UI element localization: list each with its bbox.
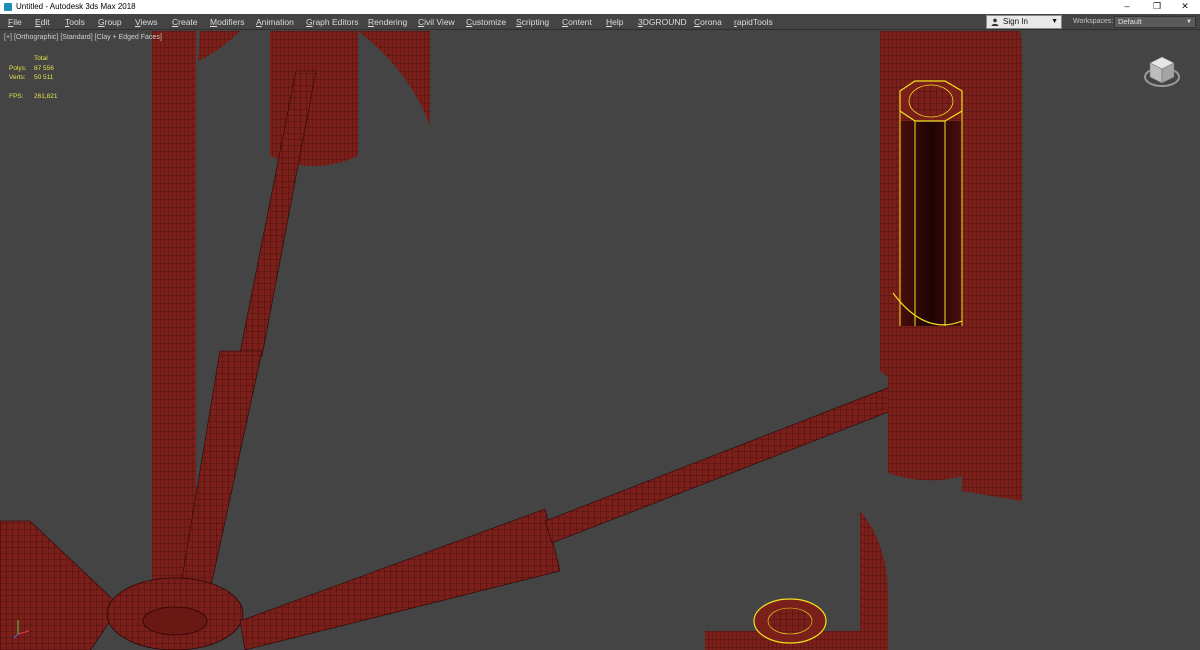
viewport-standard-menu[interactable]: [Standard]: [60, 34, 92, 41]
scene-geometry[interactable]: [0, 31, 1200, 650]
verts-value: 50 511: [34, 74, 54, 81]
menu-graph-editors[interactable]: Graph Editors: [306, 14, 358, 30]
viewport-view-menu[interactable]: [Orthographic]: [14, 34, 58, 41]
right-rod: [544, 386, 897, 544]
viewport-shading-menu[interactable]: [Clay + Edged Faces]: [95, 34, 162, 41]
fps-label: FPS:: [9, 93, 24, 100]
scene-statistics: Total Polys: 87 556 Verts: 50 511 FPS: 261,…: [9, 54, 69, 102]
orthographic-viewport[interactable]: [+] [Orthographic] [Standard] [Clay + Edged…: [0, 31, 1200, 650]
window-title: Untitled - Autodesk 3ds Max 2018: [16, 2, 136, 11]
close-button[interactable]: ✕: [1170, 0, 1200, 14]
minimize-button[interactable]: –: [1112, 0, 1142, 14]
right-cylinder: [888, 326, 962, 481]
menu-3dground[interactable]: 3DGROUND: [638, 14, 687, 30]
fps-value: 261,821: [34, 93, 58, 100]
workspaces-select[interactable]: Default ▼: [1114, 16, 1196, 28]
workspaces-label: Workspaces:: [1073, 18, 1114, 25]
axis-tripod-icon: [13, 620, 30, 639]
menu-tools[interactable]: Tools: [65, 14, 85, 30]
menu-help[interactable]: Help: [606, 14, 623, 30]
menu-rapidtools[interactable]: rapidTools: [734, 14, 773, 30]
user-icon: [991, 18, 999, 26]
chevron-down-icon: ▼: [1186, 19, 1192, 25]
menu-rendering[interactable]: Rendering: [368, 14, 407, 30]
title-bar: Untitled - Autodesk 3ds Max 2018 – ❐ ✕: [0, 0, 1200, 14]
polys-label: Polys:: [9, 64, 27, 72]
menu-corona[interactable]: Corona: [694, 14, 722, 30]
bottom-selected-column[interactable]: [753, 598, 827, 644]
workspace-value: Default: [1118, 17, 1142, 26]
menu-edit[interactable]: Edit: [35, 14, 50, 30]
stats-header: Total: [34, 55, 48, 62]
verts-label: Verts:: [9, 74, 26, 81]
sign-in-dropdown[interactable]: Sign In ▼: [986, 15, 1062, 29]
viewcube-icon[interactable]: [1142, 51, 1182, 91]
menu-file[interactable]: File: [8, 14, 22, 30]
menu-modifiers[interactable]: Modifiers: [210, 14, 245, 30]
menu-group[interactable]: Group: [98, 14, 122, 30]
menu-views[interactable]: Views: [135, 14, 158, 30]
sign-in-label: Sign In: [1003, 17, 1028, 26]
app-logo-icon: [4, 3, 12, 11]
viewport-label-menu[interactable]: [+] [Orthographic] [Standard] [Clay + Edged…: [4, 34, 164, 41]
chevron-down-icon: ▼: [1051, 18, 1058, 25]
menu-content[interactable]: Content: [562, 14, 592, 30]
restore-button[interactable]: ❐: [1142, 0, 1172, 14]
top-shell: [198, 31, 430, 166]
viewport-plus-menu[interactable]: [+]: [4, 34, 12, 41]
menu-scripting[interactable]: Scripting: [516, 14, 549, 30]
menu-animation[interactable]: Animation: [256, 14, 294, 30]
right-arm: [239, 508, 561, 650]
polys-value: 87 556: [34, 64, 54, 72]
menu-bar: File Edit Tools Group Views Create Modif…: [0, 14, 1200, 30]
menu-civil-view[interactable]: Civil View: [418, 14, 455, 30]
menu-create[interactable]: Create: [172, 14, 198, 30]
menu-customize[interactable]: Customize: [466, 14, 506, 30]
